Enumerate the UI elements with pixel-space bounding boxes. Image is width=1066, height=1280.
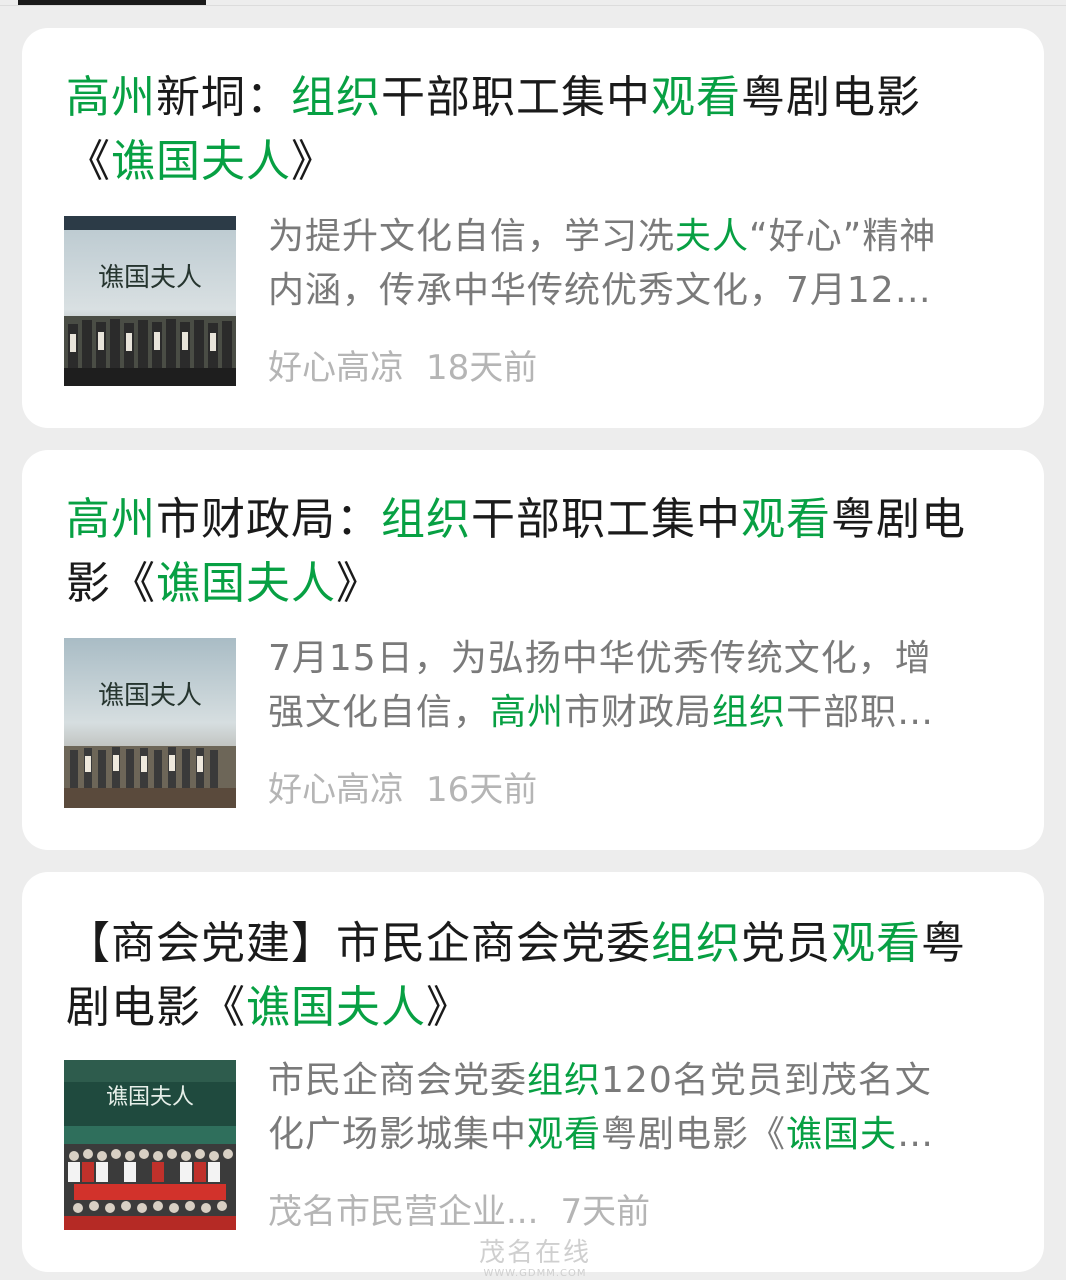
text-segment: 内涵，传承中华传统优秀文化，7月12…: [268, 270, 932, 311]
result-source[interactable]: 茂名市民营企业...: [268, 1192, 538, 1232]
result-title[interactable]: 高州市财政局：组织干部职工集中观看粤剧电影《谯国夫人》: [66, 488, 986, 616]
highlighted-keyword: 高州: [490, 692, 565, 733]
highlighted-keyword: 组织: [527, 1060, 602, 1101]
text-segment: 《: [201, 982, 246, 1033]
text-segment: 强文化自信，: [268, 692, 491, 733]
highlighted-keyword: 组织: [291, 72, 381, 123]
text-segment: 新垌：: [156, 72, 291, 123]
text-segment: 干部职工集中: [471, 494, 741, 545]
result-title[interactable]: 【商会党建】市民企商会党委组织党员观看粤剧电影《谯国夫人》: [66, 912, 986, 1040]
text-segment: 粤剧电影: [741, 72, 921, 123]
text-segment: 7月15日，为弘扬中华优秀传统文化，增: [268, 638, 932, 679]
text-segment: 》: [336, 558, 381, 609]
text-segment: 党员: [741, 918, 831, 969]
highlighted-keyword: 组织: [712, 692, 787, 733]
result-thumbnail: 谯国夫人: [64, 216, 236, 386]
result-title[interactable]: 高州新垌：组织干部职工集中观看粤剧电影《谯国夫人》: [66, 66, 986, 194]
text-segment: “好心”精神: [749, 216, 937, 257]
text-segment: 《: [111, 558, 156, 609]
highlighted-keyword: 高州: [66, 72, 156, 123]
highlighted-keyword: 观看: [651, 72, 741, 123]
highlighted-keyword: 夫人: [675, 216, 750, 257]
result-meta: 茂名市民营企业... 7天前: [268, 1190, 672, 1234]
result-card[interactable]: 【商会党建】市民企商会党委组织党员观看粤剧电影《谯国夫人》 谯国夫人 市民企商会…: [22, 872, 1044, 1272]
text-segment: 为提升文化自信，学习冼: [268, 216, 676, 257]
text-segment: 粤剧电影《: [601, 1114, 787, 1155]
text-segment: 化广场影城集中: [268, 1114, 528, 1155]
result-snippet: 市民企商会党委组织120名党员到茂名文 化广场影城集中观看粤剧电影《谯国夫…: [268, 1054, 994, 1162]
thumbnail-caption: 谯国夫人: [98, 263, 202, 293]
result-thumbnail: 谯国夫人: [64, 638, 236, 808]
watermark-sub: WWW.GDMM.COM: [483, 1268, 587, 1279]
highlighted-keyword: 谯国夫: [786, 1114, 898, 1155]
result-time: 16天前: [426, 770, 538, 810]
result-snippet: 为提升文化自信，学习冼夫人“好心”精神 内涵，传承中华传统优秀文化，7月12…: [268, 210, 994, 318]
result-meta: 好心高凉 18天前: [268, 346, 559, 390]
result-meta: 好心高凉 16天前: [268, 768, 559, 812]
text-segment: 》: [291, 136, 336, 187]
result-time: 7天前: [560, 1192, 651, 1232]
text-segment: 市财政局: [564, 692, 713, 733]
text-segment: 市财政局：: [156, 494, 381, 545]
thumbnail-caption: 谯国夫人: [106, 1085, 194, 1110]
highlighted-keyword: 组织: [651, 918, 741, 969]
result-source[interactable]: 好心高凉: [268, 770, 404, 810]
watermark-main: 茂名在线: [478, 1238, 591, 1268]
result-card[interactable]: 高州新垌：组织干部职工集中观看粤剧电影《谯国夫人》 谯国夫人 为提升文化自信，学…: [22, 28, 1044, 428]
highlighted-keyword: 观看: [527, 1114, 602, 1155]
tab-bar-divider: [0, 5, 1066, 6]
result-card[interactable]: 高州市财政局：组织干部职工集中观看粤剧电影《谯国夫人》 谯国夫人 7月15日，为…: [22, 450, 1044, 850]
highlighted-keyword: 谯国夫人: [246, 982, 426, 1033]
text-segment: …: [897, 1114, 935, 1155]
text-segment: 120名党员到茂名文: [601, 1060, 932, 1101]
result-snippet: 7月15日，为弘扬中华优秀传统文化，增 强文化自信，高州市财政局组织干部职…: [268, 632, 994, 740]
highlighted-keyword: 组织: [381, 494, 471, 545]
site-watermark: 茂名在线 WWW.GDMM.COM: [430, 1238, 640, 1280]
result-source[interactable]: 好心高凉: [268, 348, 404, 388]
text-segment: 【商会党建】市民企商会党委: [66, 918, 651, 969]
highlighted-keyword: 观看: [831, 918, 921, 969]
highlighted-keyword: 观看: [741, 494, 831, 545]
highlighted-keyword: 谯国夫人: [111, 136, 291, 187]
text-segment: 》: [426, 982, 471, 1033]
text-segment: 干部职…: [786, 692, 935, 733]
result-time: 18天前: [426, 348, 538, 388]
highlighted-keyword: 高州: [66, 494, 156, 545]
text-segment: 市民企商会党委: [268, 1060, 528, 1101]
text-segment: 《: [66, 136, 111, 187]
thumbnail-caption: 谯国夫人: [98, 681, 202, 711]
result-thumbnail: 谯国夫人: [64, 1060, 236, 1230]
text-segment: 干部职工集中: [381, 72, 651, 123]
highlighted-keyword: 谯国夫人: [156, 558, 336, 609]
